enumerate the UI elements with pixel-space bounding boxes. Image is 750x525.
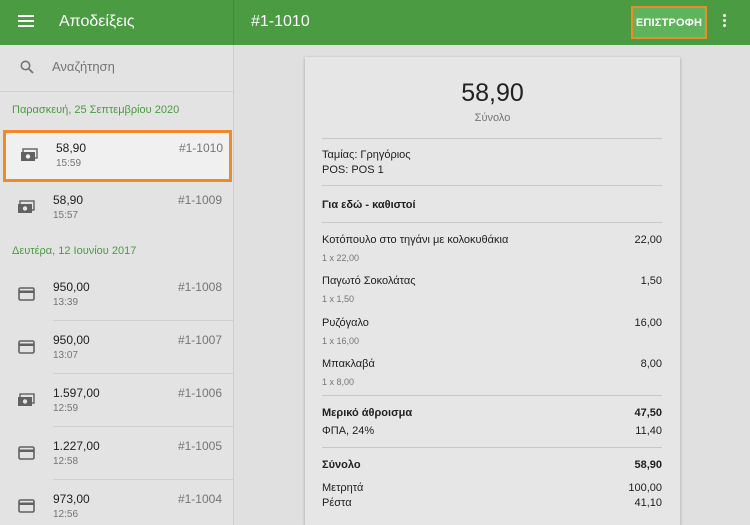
cash-icon: [21, 148, 38, 161]
dining-option: Για εδώ - καθιστοί: [322, 199, 416, 211]
item-name: Μπακλαβά: [322, 358, 375, 370]
receipt-amount: 950,00: [53, 333, 90, 347]
grand-total-value: 58,90: [634, 459, 662, 471]
item-price: 8,00: [640, 358, 662, 370]
item-qty: 1 x 22,00: [322, 253, 360, 263]
receipt-number: #1-1007: [177, 333, 222, 347]
receipt-amount: 1.597,00: [53, 386, 100, 400]
item-name: Ρυζόγαλο: [322, 317, 369, 329]
receipt-amount: 973,00: [53, 492, 90, 506]
receipt-total-amount: 58,90: [461, 79, 524, 107]
receipt-time: 12:59: [53, 403, 79, 414]
list-divider: [53, 320, 233, 321]
divider: [322, 447, 662, 448]
card-icon: [18, 499, 35, 513]
tax-label: ΦΠΑ, 24%: [322, 425, 375, 437]
receipt-time: 13:39: [53, 297, 79, 308]
receipt-list-item[interactable]: 950,00 13:07 #1-1007: [0, 322, 233, 374]
cashier-name: Ταμίας: Γρηγόριος: [322, 149, 411, 161]
pos-name: POS: POS 1: [322, 164, 384, 176]
divider: [322, 222, 662, 223]
item-qty: 1 x 16,00: [322, 336, 360, 346]
receipt-number: #1-1010: [178, 141, 223, 155]
date-header: Παρασκευή, 25 Σεπτεμβρίου 2020: [12, 104, 180, 116]
grand-total-label: Σύνολο: [322, 459, 361, 471]
card-icon: [18, 287, 35, 301]
subtotal-label: Μερικό άθροισμα: [322, 407, 413, 419]
receipt-time: 15:59: [56, 158, 82, 169]
receipt-list-item[interactable]: 973,00 12:56 #1-1004: [0, 481, 233, 525]
list-divider: [53, 479, 233, 480]
receipt-number: #1-1008: [177, 280, 222, 294]
receipt-time: 13:07: [53, 350, 79, 361]
subtotal-value: 47,50: [634, 407, 662, 419]
receipt-amount: 58,90: [53, 193, 84, 207]
item-price: 1,50: [640, 275, 662, 287]
receipt-number: #1-1006: [177, 386, 222, 400]
change-label: Ρέστα: [322, 497, 352, 509]
item-price: 16,00: [634, 317, 662, 329]
cash-value: 100,00: [628, 482, 662, 494]
cash-icon: [18, 393, 35, 406]
card-icon: [18, 446, 35, 460]
receipt-list-item[interactable]: 58,90 15:59 #1-1010: [3, 130, 232, 182]
receipt-list-item[interactable]: 1.227,00 12:58 #1-1005: [0, 428, 233, 480]
hamburger-menu-icon[interactable]: [18, 15, 34, 29]
app-title: Αποδείξεις: [59, 13, 135, 30]
receipt-list-item[interactable]: 58,90 15:57 #1-1009: [0, 182, 233, 234]
receipts-sidebar: Παρασκευή, 25 Σεπτεμβρίου 2020 58,90 15:…: [0, 45, 234, 525]
divider: [322, 185, 662, 186]
tax-value: 11,40: [635, 425, 662, 437]
search-icon: [20, 60, 34, 74]
receipt-number: #1-1004: [177, 492, 222, 506]
receipt-amount: 58,90: [56, 141, 87, 155]
receipt-number: #1-1009: [177, 193, 222, 207]
receipt-list-item[interactable]: 950,00 13:39 #1-1008: [0, 269, 233, 321]
receipt-number: #1-1005: [177, 439, 222, 453]
more-vert-icon[interactable]: [721, 14, 727, 30]
divider: [322, 395, 662, 396]
list-divider: [53, 426, 233, 427]
receipt-total-label: Σύνολο: [474, 112, 511, 124]
cash-icon: [18, 200, 35, 213]
item-qty: 1 x 8,00: [322, 377, 355, 387]
receipt-detail: 58,90 Σύνολο Ταμίας: Γρηγόριος POS: POS …: [305, 57, 680, 525]
search-bar[interactable]: [0, 45, 233, 92]
item-name: Παγωτό Σοκολάτας: [322, 275, 416, 287]
receipt-id-title: #1-1010: [251, 13, 310, 30]
receipt-amount: 1.227,00: [53, 439, 100, 453]
list-divider: [53, 373, 233, 374]
receipt-amount: 950,00: [53, 280, 90, 294]
receipt-time: 12:56: [53, 509, 79, 520]
item-name: Κοτόπουλο στο τηγάνι με κολοκυθάκια: [322, 234, 509, 246]
cash-label: Μετρητά: [322, 482, 364, 494]
receipt-time: 15:57: [53, 210, 79, 221]
receipt-time: 12:58: [53, 456, 79, 467]
item-price: 22,00: [634, 234, 662, 246]
card-icon: [18, 340, 35, 354]
refund-button[interactable]: ΕΠΙΣΤΡΟΦΗ: [631, 6, 707, 39]
change-value: 41,10: [634, 497, 662, 509]
app-bar-left: Αποδείξεις: [0, 0, 234, 45]
search-input[interactable]: [52, 59, 222, 74]
item-qty: 1 x 1,50: [322, 294, 355, 304]
receipt-list-item[interactable]: 1.597,00 12:59 #1-1006: [0, 375, 233, 427]
app-bar: Αποδείξεις #1-1010 ΕΠΙΣΤΡΟΦΗ: [0, 0, 750, 45]
divider: [322, 138, 662, 139]
date-header: Δευτέρα, 12 Ιουνίου 2017: [12, 245, 137, 257]
